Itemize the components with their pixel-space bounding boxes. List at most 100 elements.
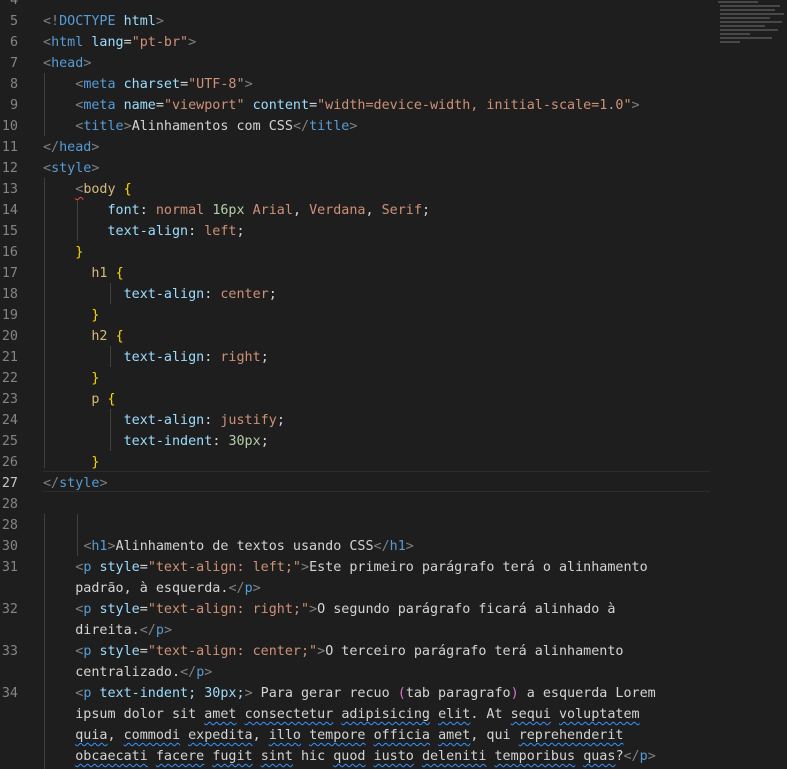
code-line[interactable]: 31 <p style="text-align: left;">Este pri…	[0, 557, 710, 578]
code-line[interactable]: 9 <meta name="viewport" content="width=d…	[0, 95, 710, 116]
code-line[interactable]: 16 }	[0, 242, 710, 263]
code-line[interactable]: 19 }	[0, 305, 710, 326]
code-token: p	[244, 581, 253, 596]
code-token: =	[123, 35, 132, 50]
code-text: <p style="text-align: center;">O terceir…	[43, 641, 623, 662]
line-number: 15	[1, 224, 18, 239]
code-text: text-align: center;	[43, 284, 277, 305]
code-token: text-align	[123, 350, 205, 365]
line-number: 10	[1, 119, 18, 134]
code-token: ;	[421, 203, 430, 218]
code-token: "pt-br"	[131, 35, 189, 50]
code-line[interactable]: 11 </head>	[0, 137, 710, 158]
code-token: lang	[91, 35, 124, 50]
code-token: >	[405, 539, 414, 554]
code-line[interactable]: 18 text-align: center;	[0, 284, 710, 305]
code-text: <html lang="pt-br">	[43, 32, 196, 53]
code-token: "text-align: center;"	[147, 644, 318, 659]
code-token: }	[75, 245, 84, 260]
code-token: p	[639, 749, 648, 764]
code-token: reprehenderit	[518, 728, 624, 743]
code-token: temporibus	[494, 749, 576, 764]
code-line[interactable]: 15 text-align: left;	[0, 221, 710, 242]
code-text: h1 {	[43, 263, 124, 284]
code-token: charset	[123, 77, 181, 92]
code-token: amet	[204, 707, 237, 722]
code-line[interactable]: 17 h1 {	[0, 263, 710, 284]
code-token: {	[115, 266, 124, 281]
minimap[interactable]	[718, 0, 787, 50]
code-line[interactable]: padrão, à esquerda.</p>	[0, 578, 710, 599]
code-line[interactable]: centralizado.</p>	[0, 662, 710, 683]
code-line[interactable]: direita.</p>	[0, 620, 710, 641]
code-token: >	[252, 581, 261, 596]
code-token: meta	[83, 98, 116, 113]
code-line[interactable]: 23 p {	[0, 389, 710, 410]
code-token: <	[43, 161, 52, 176]
code-line[interactable]: 7 <head>	[0, 53, 710, 74]
code-token: "text-align: right;"	[147, 602, 310, 617]
code-line[interactable]: 25 text-indent: 30px;	[0, 431, 710, 452]
line-number: 7	[9, 56, 18, 71]
code-line[interactable]: 8 <meta charset="UTF-8">	[0, 74, 710, 95]
code-token: sint	[260, 749, 293, 764]
code-line[interactable]: 33 <p style="text-align: center;">O terc…	[0, 641, 710, 662]
code-line[interactable]: 28	[0, 515, 710, 536]
code-token: style	[99, 644, 140, 659]
code-line[interactable]: 22 }	[0, 368, 710, 389]
code-token: h1	[389, 539, 406, 554]
code-token: h1	[91, 266, 108, 281]
code-token: =	[180, 77, 189, 92]
code-token: >	[244, 686, 253, 701]
code-token: a esquerda Lorem	[518, 686, 656, 701]
code-text: <meta charset="UTF-8">	[43, 74, 252, 95]
code-line[interactable]: 21 text-align: right;	[0, 347, 710, 368]
code-line[interactable]: 6 <html lang="pt-br">	[0, 32, 710, 53]
code-line[interactable]: 30 <h1>Alinhamento de textos usando CSS<…	[0, 536, 710, 557]
code-line[interactable]: 34 <p text-indent; 30px;> Para gerar rec…	[0, 683, 710, 704]
code-line[interactable]: 28	[0, 494, 710, 515]
line-number: 27	[1, 476, 18, 491]
code-line[interactable]: 26 }	[0, 452, 710, 473]
code-line[interactable]: 14 font: normal 16px Arial, Verdana, Ser…	[0, 200, 710, 221]
code-text: <title>Alinhamentos com CSS</title>	[43, 116, 357, 137]
code-token: h1	[91, 539, 108, 554]
code-line[interactable]: 4	[0, 0, 710, 11]
code-token: consectetur	[244, 707, 334, 722]
code-line[interactable]: 12 <style>	[0, 158, 710, 179]
code-token: Para gerar recuo	[252, 686, 398, 701]
code-text: h2 {	[43, 326, 123, 347]
code-line[interactable]: 10 <title>Alinhamentos com CSS</title>	[0, 116, 710, 137]
code-token: >	[155, 14, 164, 29]
code-text: obcaecati facere fugit sint hic quod ius…	[43, 746, 656, 767]
code-text: text-align: left;	[43, 221, 245, 242]
code-line[interactable]: 24 text-align: justify;	[0, 410, 710, 431]
code-editor[interactable]: 4 5 <!DOCTYPE html> 6 <html lang="pt-br"> 7 <h…	[0, 0, 787, 769]
code-token: >	[301, 560, 310, 575]
code-line[interactable]: quia, commodi expedita, illo tempore off…	[0, 725, 710, 746]
code-line[interactable]: obcaecati facere fugit sint hic quod ius…	[0, 746, 710, 767]
code-token: content	[252, 98, 310, 113]
code-line[interactable]: 27 </style>	[0, 473, 710, 494]
code-text: <body {	[43, 179, 131, 200]
code-line[interactable]: 5 <!DOCTYPE html>	[0, 11, 710, 32]
code-line[interactable]: 32 <p style="text-align: right;">O segun…	[0, 599, 710, 620]
code-line[interactable]: 20 h2 {	[0, 326, 710, 347]
code-text: <meta name="viewport" content="width=dev…	[43, 95, 639, 116]
code-line[interactable]: 13 <body {	[0, 179, 710, 200]
code-line[interactable]: ipsum dolor sit amet consectetur adipisi…	[0, 704, 710, 725]
code-token: font	[107, 203, 140, 218]
code-token: </	[623, 749, 640, 764]
